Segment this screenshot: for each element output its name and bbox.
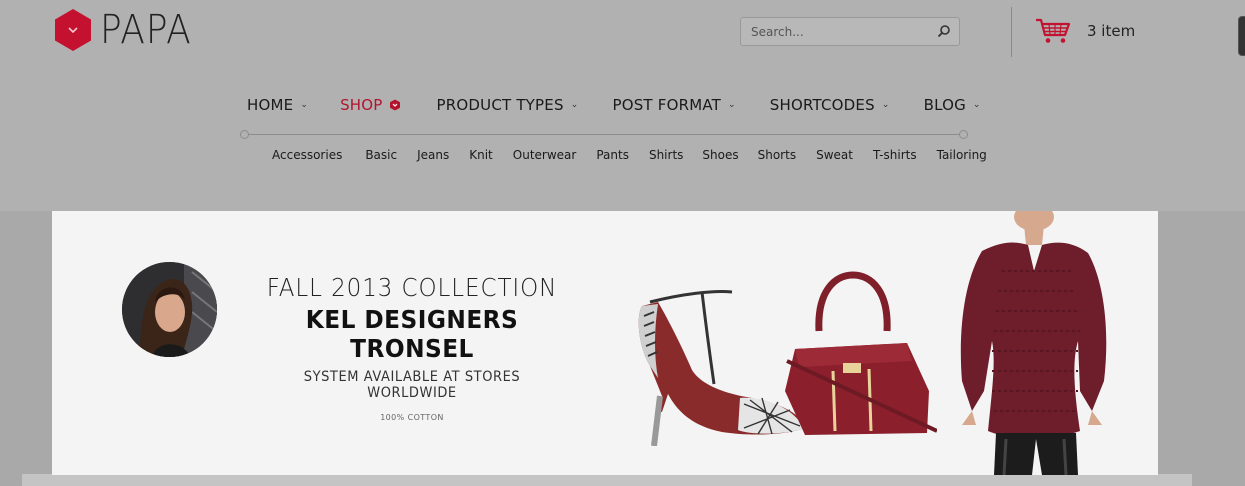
submenu-item-shorts[interactable]: Shorts	[758, 148, 796, 162]
submenu-item-t-shirts[interactable]: T-shirts	[873, 148, 917, 162]
nav-item-shop[interactable]: SHOP	[340, 96, 400, 114]
nav-item-label: SHORTCODES	[769, 96, 875, 114]
search-box[interactable]	[740, 17, 960, 46]
nav-item-label: POST FORMAT	[612, 96, 722, 114]
header-divider	[1011, 7, 1012, 57]
nav-item-product-types[interactable]: PRODUCT TYPES ⌄	[437, 96, 579, 114]
banner-note: 100% COTTON	[380, 413, 444, 422]
logo[interactable]: PAPA	[53, 8, 202, 52]
banner-headline: KEL DESIGNERS TRONSEL	[305, 305, 519, 363]
submenu-item-basic[interactable]: Basic	[365, 148, 397, 162]
submenu-item-outerwear[interactable]: Outerwear	[513, 148, 577, 162]
submenu-item-jeans[interactable]: Jeans	[417, 148, 449, 162]
submenu-item-sweat[interactable]: Sweat	[816, 148, 853, 162]
submenu-item-accessories[interactable]: Accessories	[272, 148, 342, 162]
cart-icon	[1036, 18, 1071, 43]
search-input[interactable]	[741, 24, 931, 39]
search-icon[interactable]	[937, 24, 951, 38]
submenu-item-shirts[interactable]: Shirts	[649, 148, 683, 162]
site-header: PAPA 3 item HOME ⌄ SHOP	[0, 0, 1245, 211]
submenu-item-knit[interactable]: Knit	[469, 148, 493, 162]
banner-subtitle: SYSTEM AVAILABLE AT STORES WORLDWIDE	[303, 369, 521, 401]
handbag-product-image	[785, 271, 937, 435]
nav-item-post-format[interactable]: POST FORMAT ⌄	[612, 96, 735, 114]
chevron-down-icon: ⌄	[972, 100, 981, 110]
nav-item-label: PRODUCT TYPES	[436, 96, 564, 114]
chevron-down-icon: ⌄	[728, 100, 736, 110]
promo-banner[interactable]: FALL 2013 COLLECTION KEL DESIGNERS TRONS…	[52, 211, 1158, 475]
model-sweater-image	[960, 211, 1107, 475]
logo-text: PAPA	[100, 7, 192, 53]
nav-item-home[interactable]: HOME ⌄	[247, 96, 308, 114]
logo-hexagon-icon	[53, 8, 93, 52]
shop-submenu: Accessories Basic Jeans Knit Outerwear P…	[272, 148, 987, 162]
chevron-down-icon: ⌄	[300, 100, 309, 110]
submenu-item-shoes[interactable]: Shoes	[702, 148, 738, 162]
nav-item-label: BLOG	[923, 96, 966, 114]
cart-button[interactable]: 3 item	[1035, 17, 1135, 45]
banner-collection-title: FALL 2013 COLLECTION	[266, 273, 558, 302]
submenu-item-pants[interactable]: Pants	[596, 148, 629, 162]
chevron-down-icon: ⌄	[570, 100, 579, 110]
banner-text-block: FALL 2013 COLLECTION KEL DESIGNERS TRONS…	[247, 273, 577, 422]
active-hexagon-icon	[389, 99, 400, 111]
content-strip	[22, 474, 1192, 486]
submenu-divider-line	[245, 134, 964, 135]
submenu-item-tailoring[interactable]: Tailoring	[937, 148, 987, 162]
chevron-down-icon: ⌄	[881, 100, 890, 110]
model-portrait-image	[122, 262, 217, 357]
cart-count-label: 3 item	[1087, 22, 1136, 40]
submenu-divider-left-dot	[240, 130, 249, 139]
nav-item-label: SHOP	[340, 96, 383, 114]
nav-item-shortcodes[interactable]: SHORTCODES ⌄	[770, 96, 890, 114]
submenu-divider-right-dot	[959, 130, 968, 139]
nav-item-label: HOME	[247, 96, 294, 114]
side-panel-tab[interactable]	[1238, 16, 1245, 56]
main-nav: HOME ⌄ SHOP PRODUCT TYPES ⌄ POST FORMAT …	[247, 92, 981, 118]
nav-item-blog[interactable]: BLOG ⌄	[924, 96, 981, 114]
